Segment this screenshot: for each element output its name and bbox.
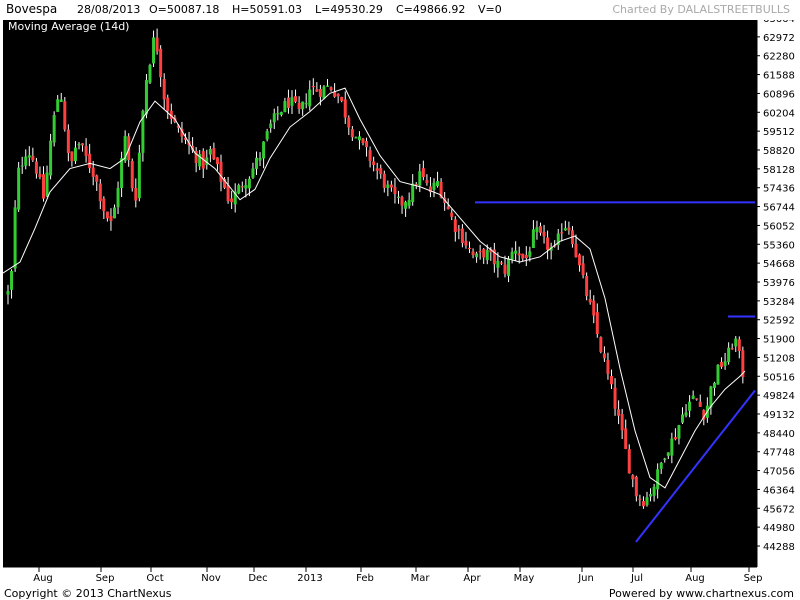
footer-bar: Copyright © 2013 ChartNexus Powered by w…: [0, 585, 800, 600]
y-tick-label: 60204: [763, 108, 795, 119]
y-tick-label: 54668: [763, 259, 795, 270]
y-tick-label: 47056: [763, 467, 795, 478]
x-tick-label: Sep: [744, 573, 763, 584]
y-tick-label: 59512: [763, 127, 795, 138]
y-tick-label: 62280: [763, 52, 795, 63]
x-tick-label: Jun: [577, 573, 594, 584]
x-tick-label: Feb: [356, 573, 374, 584]
legend-moving-average: Moving Average (14d): [8, 20, 129, 33]
y-tick-label: 62972: [763, 33, 795, 44]
header-bar: Bovespa 28/08/2013 O=50087.18 H=50591.03…: [0, 0, 800, 20]
y-tick-label: 56744: [763, 203, 795, 214]
x-tick-label: Dec: [248, 573, 267, 584]
candle: [237, 183, 241, 195]
candle: [716, 364, 720, 385]
x-tick-label: 2013: [297, 573, 322, 584]
powered-by-link[interactable]: Powered by www.chartnexus.com: [609, 587, 794, 600]
y-tick-label: 58128: [763, 165, 795, 176]
close-value: C=49866.92: [396, 3, 466, 16]
low-value: L=49530.29: [315, 3, 383, 16]
copyright-text: Copyright © 2013 ChartNexus: [4, 587, 172, 600]
y-tick-label: 58820: [763, 146, 795, 157]
high-value: H=50591.03: [232, 3, 302, 16]
x-tick-label: Apr: [463, 573, 481, 584]
plot-background: [3, 18, 757, 567]
y-tick-label: 57436: [763, 184, 795, 195]
price-chart: 6366462972622806158860896602045951258820…: [0, 14, 795, 584]
y-tick-label: 46364: [763, 485, 795, 496]
candle: [52, 111, 56, 147]
y-tick-label: 45672: [763, 504, 795, 515]
y-tick-label: 53284: [763, 297, 795, 308]
candle: [17, 161, 21, 212]
x-tick-label: Mar: [411, 573, 431, 584]
y-axis: 6366462972622806158860896602045951258820…: [757, 14, 795, 553]
y-tick-label: 60896: [763, 89, 795, 100]
candle: [49, 133, 53, 180]
open-value: O=50087.18: [149, 3, 220, 16]
y-tick-label: 44980: [763, 523, 795, 534]
y-tick-label: 51208: [763, 353, 795, 364]
chart-credit: Charted By DALALSTREETBULLS: [612, 3, 790, 16]
y-tick-label: 61588: [763, 71, 795, 82]
quote-date: 28/08/2013: [77, 3, 141, 16]
y-tick-label: 49824: [763, 391, 795, 402]
y-tick-label: 47748: [763, 448, 795, 459]
y-tick-label: 55360: [763, 240, 795, 251]
x-tick-label: Sep: [96, 573, 115, 584]
x-axis: Aug Sep Oct Nov Dec 2013 Feb Mar Apr May Jun Jul Aug…: [33, 567, 762, 584]
candle: [63, 97, 67, 132]
candle: [599, 336, 603, 354]
volume-value: V=0: [478, 3, 502, 16]
x-tick-label: Aug: [685, 573, 705, 584]
y-tick-label: 53976: [763, 278, 795, 289]
x-tick-label: Aug: [33, 573, 53, 584]
x-tick-label: Oct: [146, 573, 163, 584]
y-tick-label: 44288: [763, 542, 795, 553]
y-tick-label: 50516: [763, 372, 795, 383]
y-tick-label: 56052: [763, 221, 795, 232]
y-tick-label: 51900: [763, 335, 795, 346]
y-tick-label: 48440: [763, 429, 795, 440]
symbol-name: Bovespa: [6, 2, 58, 16]
y-tick-label: 52592: [763, 316, 795, 327]
candle: [137, 144, 141, 202]
y-tick-label: 49132: [763, 410, 795, 421]
candle: [13, 200, 17, 272]
candle: [130, 158, 134, 192]
x-tick-label: Jul: [630, 573, 643, 584]
x-tick-label: May: [514, 573, 535, 584]
candle: [148, 63, 152, 84]
x-tick-label: Nov: [201, 573, 221, 584]
